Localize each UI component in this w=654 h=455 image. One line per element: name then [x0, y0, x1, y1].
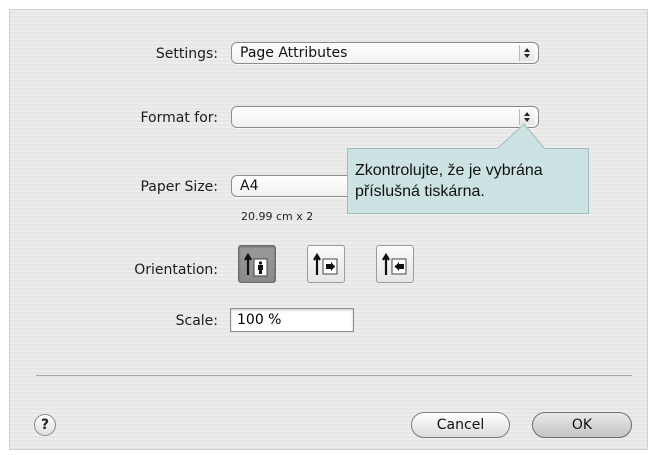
format-for-label: Format for: — [140, 110, 218, 126]
callout-line-2: příslušná tiskárna. — [355, 183, 485, 200]
paper-size-value: A4 — [240, 178, 259, 194]
scale-input[interactable]: 100 % — [230, 308, 354, 332]
popup-arrows-icon — [519, 109, 534, 125]
page-setup-dialog — [9, 9, 648, 450]
scale-label: Scale: — [175, 313, 218, 329]
landscape-left-icon — [313, 252, 338, 275]
settings-popup[interactable]: Page Attributes — [231, 42, 539, 64]
paper-size-label: Paper Size: — [140, 179, 218, 195]
cancel-button[interactable]: Cancel — [411, 412, 510, 438]
divider — [36, 375, 632, 376]
orientation-portrait-button[interactable] — [238, 245, 276, 283]
settings-value: Page Attributes — [240, 45, 348, 61]
orientation-label: Orientation: — [134, 262, 218, 278]
callout-box: Zkontrolujte, že je vybrána příslušná ti… — [347, 148, 589, 214]
paper-dimensions: 20.99 cm x 2 — [241, 210, 314, 223]
ok-button[interactable]: OK — [532, 412, 632, 438]
orientation-landscape-right-button[interactable] — [376, 245, 414, 283]
popup-arrows-icon — [519, 45, 534, 61]
landscape-right-icon — [382, 252, 407, 275]
orientation-landscape-left-button[interactable] — [307, 245, 345, 283]
callout-line-1: Zkontrolujte, že je vybrána — [355, 162, 543, 179]
settings-label: Settings: — [155, 46, 218, 62]
format-for-popup[interactable] — [231, 106, 539, 128]
help-button[interactable]: ? — [34, 414, 56, 436]
portrait-icon — [244, 252, 268, 277]
